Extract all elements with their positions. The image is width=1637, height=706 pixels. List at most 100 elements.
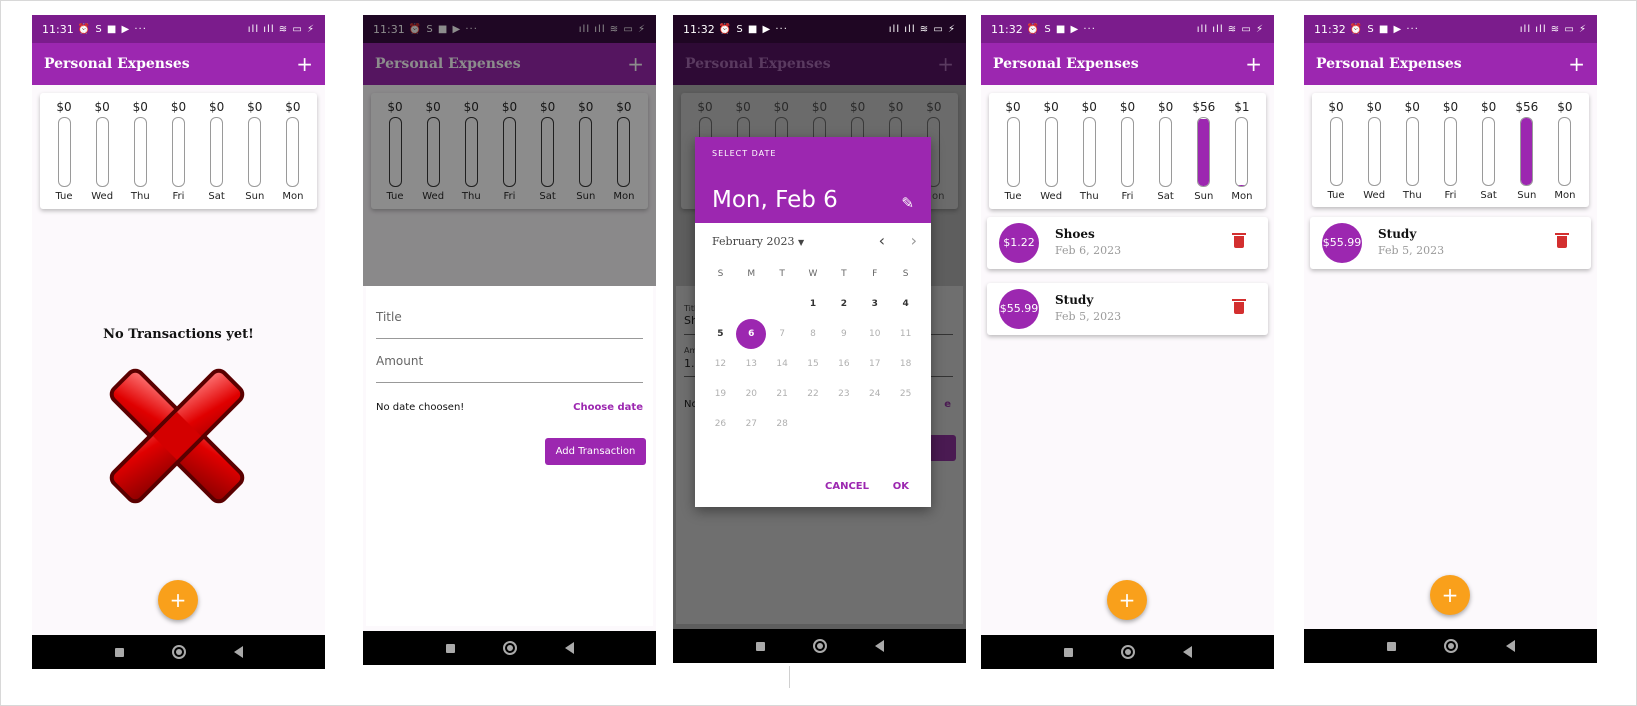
choose-date-button[interactable]: e (944, 399, 951, 410)
add-transaction-button[interactable]: Add Transaction (545, 438, 646, 465)
bar-day-label: Fri (172, 191, 185, 202)
bar-amount-label: $0 (1005, 100, 1021, 114)
chart-bar-wed: $0 Wed (1033, 99, 1069, 203)
add-transaction-icon-button[interactable]: + (1568, 52, 1585, 76)
amount-input[interactable]: Amount (376, 354, 423, 368)
phone-screen-empty: 11:31 ⏰ S ■ ▶ ··· ıll ıll ≋ ▭ ⚡ Personal… (32, 15, 325, 669)
bar-amount-label: $0 (170, 100, 187, 114)
transaction-amount-avatar: $1.22 (999, 223, 1039, 263)
chart-bar-tue: $0 Tue (995, 99, 1031, 203)
delete-trash-icon[interactable] (1232, 233, 1246, 248)
calendar-day-number: 8 (810, 329, 816, 339)
bar-day-label: Mon (1231, 191, 1253, 202)
bar-track (1329, 117, 1343, 186)
calendar-day-number: 10 (869, 329, 881, 339)
back-icon[interactable] (874, 640, 884, 652)
previous-month-icon[interactable]: ‹ (879, 231, 885, 250)
transaction-card: $55.99 Study Feb 5, 2023 (1310, 217, 1591, 269)
modal-scrim[interactable] (363, 85, 656, 286)
calendar-day-5[interactable]: 5 (705, 329, 736, 339)
add-transaction-icon-button[interactable]: + (296, 52, 313, 76)
calendar-day-number: 21 (776, 389, 788, 399)
calendar-day-16: 16 (828, 359, 859, 369)
bar-day-label: Wed (1040, 191, 1063, 202)
add-fab-button[interactable]: + (1107, 580, 1147, 620)
add-fab-button[interactable]: + (1430, 575, 1470, 615)
bar-day-label: Sun (1517, 190, 1537, 201)
bar-track (1520, 117, 1534, 186)
calendar-day-24: 24 (859, 389, 890, 399)
calendar-day-number: 12 (714, 359, 727, 369)
bar-amount-label: $0 (247, 100, 263, 114)
calendar-day-2[interactable]: 2 (828, 299, 859, 309)
delete-trash-icon[interactable] (1232, 299, 1246, 314)
bar-track (1082, 117, 1096, 187)
home-icon[interactable] (812, 639, 827, 653)
calendar-day-number: 19 (714, 389, 727, 399)
transaction-title: Shoes (1055, 227, 1095, 241)
calendar-grid: S M T W T F S 1 2 3 4 5 6 7 8 9 10 11 12 13 14 15 16 17 18 19 20 21… (705, 259, 921, 439)
back-icon[interactable] (233, 646, 243, 658)
edit-pencil-icon[interactable]: ✎ (901, 194, 914, 212)
back-icon[interactable] (1182, 646, 1192, 658)
home-icon[interactable] (171, 645, 186, 659)
calendar-day-number: 25 (899, 389, 912, 399)
bar-track (1235, 117, 1249, 187)
month-year-selector[interactable]: February 2023 ▼ (712, 235, 804, 248)
calendar-day-3[interactable]: 3 (859, 299, 890, 309)
calendar-day-4[interactable]: 4 (890, 299, 921, 309)
calendar-day-number: 20 (745, 389, 758, 399)
bar-amount-label: $56 (1515, 100, 1539, 114)
weekday-label: M (747, 269, 756, 279)
choose-date-button[interactable]: Choose date (573, 402, 643, 413)
transaction-card: $55.99 Study Feb 5, 2023 (987, 283, 1268, 335)
home-icon[interactable] (1443, 639, 1458, 653)
ok-button[interactable]: OK (893, 481, 909, 492)
back-icon[interactable] (564, 642, 574, 654)
recents-icon[interactable] (114, 647, 124, 657)
recents-icon[interactable] (1063, 647, 1073, 657)
title-input[interactable]: Title (376, 310, 402, 324)
empty-cross-icon (109, 368, 245, 504)
home-icon[interactable] (1120, 645, 1135, 659)
recents-icon[interactable] (445, 643, 455, 653)
calendar-day-number: 14 (776, 359, 788, 369)
add-transaction-icon-button[interactable]: + (937, 52, 954, 76)
bar-track (1197, 117, 1211, 187)
next-month-icon[interactable]: › (911, 231, 917, 250)
phone-screen-one-transaction: 11:32 ⏰ S ■ ▶ ··· ıll ıll ≋ ▭ ⚡ Personal… (1304, 15, 1597, 663)
chart-bar-fri: $0 Fri (1109, 99, 1145, 203)
calendar-day-number: 16 (838, 359, 850, 369)
calendar-day-1[interactable]: 1 (798, 299, 829, 309)
month-year-label: February 2023 (712, 235, 795, 248)
calendar-day-7: 7 (767, 329, 798, 339)
calendar-day-number: 11 (899, 329, 912, 339)
calendar-week-row: 1 2 3 4 (705, 289, 921, 319)
bar-amount-label: $0 (1328, 100, 1344, 114)
calendar-day-number: 24 (869, 389, 881, 399)
home-icon[interactable] (502, 641, 517, 655)
calendar-day-18: 18 (890, 359, 921, 369)
calendar-day-6[interactable]: 6 (736, 319, 767, 349)
transaction-date: Feb 6, 2023 (1055, 244, 1122, 257)
calendar-day-26: 26 (705, 419, 736, 429)
bar-track (133, 117, 147, 187)
chart-bar-sat: $0 Sat (199, 99, 235, 203)
selected-date-label: Mon, Feb 6 (712, 187, 838, 213)
add-fab-button[interactable]: + (158, 580, 198, 620)
status-time: 11:31 (42, 22, 74, 36)
calendar-day-number: 1 (809, 299, 817, 309)
add-transaction-icon-button[interactable]: + (1245, 52, 1262, 76)
calendar-day-number: 22 (807, 389, 819, 399)
appbar-scrim (363, 15, 656, 85)
main-content: $0 Tue $0 Wed $0 Thu $0 Fri $0 Sat $0 Sun $0 Mon No T… (32, 85, 325, 635)
status-signal-icons: ıll ıll ≋ ▭ ⚡ (888, 23, 956, 35)
status-signal-icons: ıll ıll ≋ ▭ ⚡ (1519, 23, 1587, 35)
recents-icon[interactable] (1386, 641, 1396, 651)
delete-trash-icon[interactable] (1555, 233, 1569, 248)
cancel-button[interactable]: CANCEL (825, 481, 869, 492)
transaction-date: Feb 5, 2023 (1055, 310, 1122, 323)
bar-amount-label: $1 (1234, 100, 1250, 114)
recents-icon[interactable] (755, 641, 765, 651)
back-icon[interactable] (1505, 640, 1515, 652)
